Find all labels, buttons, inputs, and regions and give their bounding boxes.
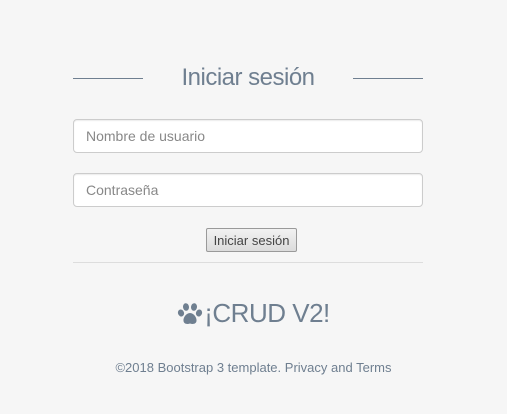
privacy-link[interactable]: Privacy <box>285 360 328 375</box>
brand: ¡CRUD V2! <box>0 298 507 334</box>
username-input[interactable] <box>73 119 423 153</box>
terms-link[interactable]: Terms <box>356 360 391 375</box>
paw-icon <box>178 302 203 324</box>
login-button[interactable]: Iniciar sesión <box>206 228 297 252</box>
password-input[interactable] <box>73 173 423 207</box>
brand-name: ¡CRUD V2! <box>204 298 330 328</box>
section-divider <box>73 262 423 263</box>
login-heading: Iniciar sesión <box>73 60 423 98</box>
heading-divider-right <box>353 78 423 79</box>
copyright-text: ©2018 Bootstrap 3 template. <box>115 360 282 375</box>
footer-and-text: and <box>331 360 353 375</box>
footer: ©2018 Bootstrap 3 template. Privacy and … <box>0 360 507 375</box>
